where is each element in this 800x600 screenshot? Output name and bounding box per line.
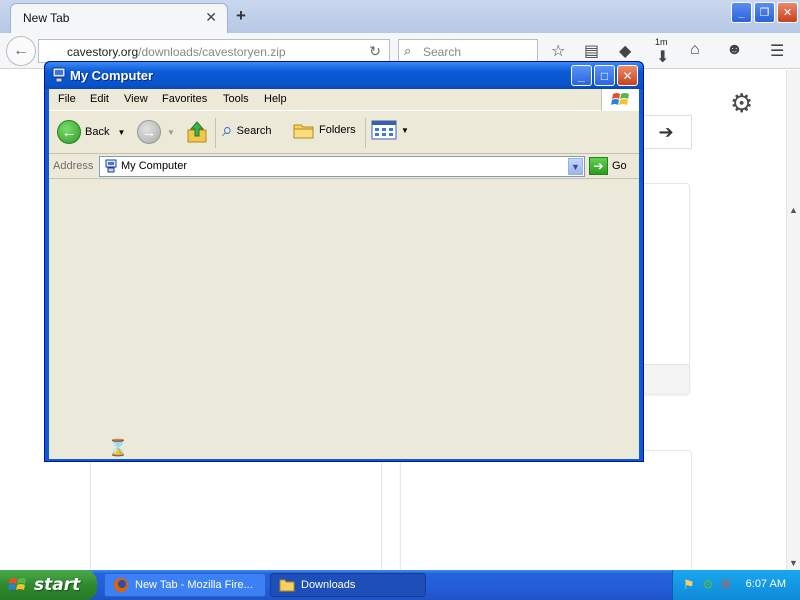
start-label: start — [34, 575, 81, 595]
menu-view[interactable]: View — [124, 93, 148, 105]
views-button[interactable]: ▼ — [371, 120, 409, 140]
up-folder-button[interactable] — [187, 120, 209, 144]
network-icon[interactable]: ⚑ — [683, 577, 695, 593]
address-bar: Address My Computer ▼ ➔ Go — [49, 155, 639, 179]
clock[interactable]: 6:07 AM — [746, 578, 786, 590]
folder-content-area[interactable] — [49, 180, 639, 459]
pocket-icon[interactable]: ◆ — [619, 41, 631, 61]
search-input[interactable]: ⌕ Search — [398, 39, 538, 63]
dropdown-arrow-icon[interactable]: ▼ — [401, 126, 409, 135]
taskbar-item-label: Downloads — [301, 579, 356, 591]
computer-icon — [105, 159, 117, 173]
search-label: Search — [236, 125, 272, 137]
page-scrollbar[interactable]: ▲ ▼ — [786, 70, 800, 570]
back-button[interactable]: ← Back ▼ — [57, 120, 125, 144]
home-icon[interactable]: ⌂ — [690, 41, 700, 59]
windows-logo-icon — [601, 89, 639, 111]
firefox-tab-strip: New Tab ✕ + _ ❐ ✕ — [0, 0, 800, 33]
address-value: My Computer — [121, 160, 188, 172]
scroll-up-icon[interactable]: ▲ — [789, 205, 798, 215]
close-button[interactable]: ✕ — [777, 2, 798, 23]
download-timer-badge: 1m — [655, 37, 668, 47]
menu-edit[interactable]: Edit — [90, 93, 109, 105]
menu-hamburger-icon[interactable]: ☰ — [770, 41, 784, 61]
taskbar-item-label: New Tab - Mozilla Fire... — [135, 579, 253, 591]
menu-help[interactable]: Help — [264, 93, 287, 105]
back-arrow-icon[interactable]: ← — [6, 36, 36, 66]
forward-arrow-icon[interactable]: ➔ — [640, 115, 692, 149]
tile-card[interactable] — [400, 450, 692, 580]
forward-arrow-icon: → — [137, 120, 161, 144]
search-icon: ⌕ — [404, 43, 412, 58]
toolbar-separator — [365, 118, 366, 148]
chevron-down-icon[interactable]: ▼ — [568, 158, 583, 175]
dropdown-arrow-icon[interactable]: ▼ — [117, 128, 125, 137]
taskbar: start New Tab - Mozilla Fire... Download… — [0, 570, 800, 600]
url-bar[interactable]: cavestory.org/downloads/cavestoryen.zip … — [38, 39, 390, 63]
address-label: Address — [53, 160, 94, 172]
folders-button[interactable]: Folders — [293, 120, 356, 140]
search-placeholder: Search — [423, 45, 462, 59]
views-icon — [371, 120, 397, 140]
url-host: cavestory.org — [67, 45, 139, 59]
go-button[interactable]: ➔ Go — [589, 157, 627, 175]
explorer-title-bar[interactable]: My Computer _ □ ✕ — [45, 62, 643, 89]
security-icon[interactable]: ⚙ — [702, 577, 714, 593]
toolbar-separator — [215, 118, 216, 148]
taskbar-item-firefox[interactable]: New Tab - Mozilla Fire... — [104, 573, 266, 597]
scroll-down-icon[interactable]: ▼ — [789, 558, 798, 568]
standard-toolbar: ← Back ▼ → ▼ ⌕ Search Folders ▼ — [49, 112, 639, 154]
forward-button[interactable]: → ▼ — [137, 120, 175, 144]
hourglass-cursor-icon: ⌛ — [108, 440, 128, 457]
smiley-feedback-icon[interactable]: ☻ — [726, 41, 743, 59]
back-arrow-icon: ← — [57, 120, 81, 144]
downloads-icon[interactable]: ⬇ — [656, 47, 669, 67]
new-tab-button[interactable]: + — [236, 6, 246, 26]
firefox-icon — [114, 578, 128, 592]
gear-icon[interactable]: ⚙ — [730, 88, 753, 119]
folders-icon — [293, 124, 314, 139]
computer-icon — [52, 67, 66, 83]
minimize-button[interactable]: _ — [731, 2, 752, 23]
back-label: Back — [85, 126, 110, 138]
menu-bar: File Edit View Favorites Tools Help — [49, 89, 639, 111]
tab-close-icon[interactable]: ✕ — [205, 9, 217, 26]
dropdown-arrow-icon[interactable]: ▼ — [167, 128, 175, 137]
tab-new-tab[interactable]: New Tab ✕ — [10, 3, 228, 33]
restore-button[interactable]: ❐ — [754, 2, 775, 23]
menu-tools[interactable]: Tools — [223, 93, 249, 105]
reload-icon[interactable]: ↻ — [369, 43, 381, 60]
bookmarks-list-icon[interactable]: ▤ — [584, 41, 599, 61]
maximize-button[interactable]: □ — [594, 65, 615, 86]
go-label: Go — [612, 160, 627, 172]
window-title: My Computer — [70, 68, 154, 83]
shield-icon[interactable]: ⛨ — [721, 577, 731, 593]
folder-icon — [279, 579, 295, 592]
address-field[interactable]: My Computer ▼ — [99, 156, 585, 177]
tile-card[interactable] — [90, 450, 382, 580]
bookmark-star-icon[interactable]: ☆ — [551, 41, 565, 61]
search-icon: ⌕ — [222, 120, 233, 141]
url-text: cavestory.org/downloads/cavestoryen.zip — [67, 45, 286, 59]
start-button[interactable]: start — [0, 570, 97, 600]
menu-favorites[interactable]: Favorites — [162, 93, 207, 105]
search-button[interactable]: ⌕ Search — [222, 120, 272, 142]
taskbar-item-downloads[interactable]: Downloads — [270, 573, 426, 597]
tab-title: New Tab — [23, 11, 70, 25]
menu-file[interactable]: File — [58, 93, 76, 105]
firefox-window-controls: _ ❐ ✕ — [731, 2, 798, 23]
up-folder-icon — [187, 121, 207, 143]
explorer-client-area: File Edit View Favorites Tools Help ← Ba… — [49, 89, 639, 459]
url-path: /downloads/cavestoryen.zip — [138, 45, 286, 59]
close-button[interactable]: ✕ — [617, 65, 638, 86]
minimize-button[interactable]: _ — [571, 65, 592, 86]
windows-logo-icon — [8, 578, 26, 590]
go-arrow-icon: ➔ — [589, 157, 608, 175]
explorer-window: My Computer _ □ ✕ File Edit View Favorit… — [44, 61, 644, 462]
system-tray: ⚑ ⚙ ⛨ 6:07 AM — [672, 570, 800, 600]
folders-label: Folders — [319, 124, 356, 136]
explorer-window-controls: _ □ ✕ — [571, 65, 638, 86]
